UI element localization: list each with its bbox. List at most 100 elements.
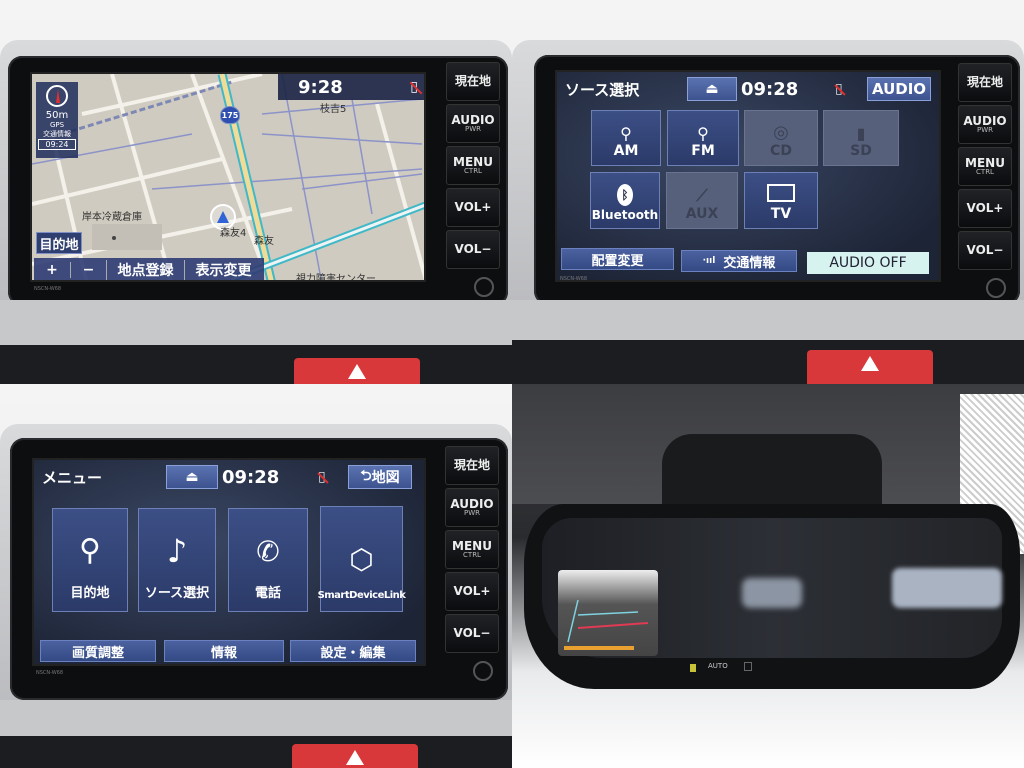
mirror-body: AUTO (524, 504, 1020, 689)
tile-label: CD (770, 143, 792, 159)
source-tv[interactable]: TV (744, 172, 818, 229)
hazard-icon (348, 364, 366, 379)
screen-title: メニュー (42, 468, 103, 487)
tile-label: TV (770, 206, 792, 222)
menu-button[interactable]: MENU CTRL (446, 146, 500, 185)
volume-down-button[interactable]: VOL− (446, 230, 500, 269)
audio-off-button[interactable]: AUDIO OFF (807, 252, 929, 274)
indicator-light (690, 664, 696, 672)
hazard-button[interactable] (294, 358, 420, 384)
source-aux[interactable]: ⟋ AUX (666, 172, 738, 229)
current-location-button[interactable]: 現在地 (958, 63, 1012, 102)
map-screen[interactable]: 175 50m GPS 交通情報 09:24 9:28 ▯ 枝吉5 岸本冷蔵倉庫… (30, 72, 426, 282)
map-label: 森友4 (220, 228, 247, 239)
traffic-info-button[interactable]: ·ııl 交通情報 (681, 250, 797, 272)
volume-down-button[interactable]: VOL− (958, 231, 1012, 270)
source-fm[interactable]: ⚲ FM (667, 110, 739, 166)
volume-up-button[interactable]: VOL+ (445, 572, 499, 611)
tile-label: Bluetooth (591, 208, 659, 222)
return-arrow-icon: ⮌ (360, 468, 372, 484)
clock: 09:28 (222, 466, 280, 488)
menu-button[interactable]: MENU CTRL (445, 530, 499, 569)
signal-icon: ·ııl (702, 256, 716, 266)
volume-down-button[interactable]: VOL− (445, 614, 499, 653)
audio-button[interactable]: AUDIO PWR (958, 105, 1012, 144)
destination-button[interactable]: 目的地 (36, 232, 82, 254)
button-sublabel: PWR (464, 125, 481, 134)
tv-icon (767, 184, 795, 202)
tile-label: AUX (685, 206, 719, 222)
volume-up-button[interactable]: VOL+ (958, 189, 1012, 228)
button-label: VOL+ (966, 201, 1004, 216)
navigation-map-photo: 175 50m GPS 交通情報 09:24 9:28 ▯ 枝吉5 岸本冷蔵倉庫… (0, 0, 512, 384)
hazard-button[interactable] (807, 350, 933, 384)
zoom-out-button[interactable]: − (70, 262, 106, 278)
phone-icon: ✆ (256, 535, 280, 568)
radio-tower-icon: ⚲ (620, 124, 632, 143)
auto-dimming-button[interactable] (744, 662, 752, 671)
button-label: 現在地 (453, 458, 490, 473)
bluetooth-icon: ᛒ (617, 184, 633, 206)
eject-button[interactable]: ⏏ (687, 77, 737, 101)
menu-phone[interactable]: ✆ 電話 (228, 508, 308, 612)
route-shield: 175 (220, 106, 240, 124)
music-note-icon: ♪ (166, 532, 188, 570)
auto-dimming-label: AUTO (708, 662, 728, 670)
button-sublabel: CTRL (976, 168, 994, 177)
rearview-mirror-photo: AUTO (512, 384, 1024, 768)
source-select-screen: ソース選択 ⏏ 09:28 ▯ AUDIO ⚲AM ⚲FM ◎CD ▮SD ᛒB… (555, 70, 941, 282)
menu-destination[interactable]: ⚲ 目的地 (52, 508, 128, 612)
camera-guidelines (567, 599, 649, 643)
audio-source-button[interactable]: AUDIO (867, 77, 931, 101)
zoom-in-button[interactable]: + (34, 262, 70, 278)
hazard-icon (346, 750, 364, 765)
audio-button[interactable]: AUDIO PWR (446, 104, 500, 143)
traffic-label: 交通情報 (43, 130, 71, 138)
button-sublabel: CTRL (464, 167, 482, 176)
audio-button[interactable]: AUDIO PWR (445, 488, 499, 527)
current-location-button[interactable]: 現在地 (446, 62, 500, 101)
info-button[interactable]: 情報 (164, 640, 284, 662)
compass-icon[interactable] (46, 85, 68, 107)
eject-button[interactable]: ⏏ (166, 465, 218, 489)
source-select-photo: ソース選択 ⏏ 09:28 ▯ AUDIO ⚲AM ⚲FM ◎CD ▮SD ᛒB… (512, 0, 1024, 384)
model-label: NSCN-W68 (560, 276, 588, 282)
settings-edit-button[interactable]: 設定・編集 (290, 640, 416, 662)
usb-jack (445, 656, 499, 686)
tile-label: 電話 (254, 586, 281, 601)
menu-source-select[interactable]: ♪ ソース選択 (138, 508, 216, 612)
button-sublabel: PWR (976, 126, 993, 135)
current-location-button[interactable]: 現在地 (445, 446, 499, 485)
menu-button[interactable]: MENU CTRL (958, 147, 1012, 186)
map-info-panel: 50m GPS 交通情報 09:24 (36, 82, 78, 158)
rearrange-button[interactable]: 配置変更 (561, 248, 674, 270)
map-label: 視力障害センター (296, 274, 376, 282)
hazard-button[interactable] (292, 744, 418, 768)
usb-jack (958, 273, 1012, 303)
picture-adjust-button[interactable]: 画質調整 (40, 640, 156, 662)
usb-jack (446, 272, 500, 302)
tile-label: FM (691, 143, 715, 159)
phone-disconnected-icon: ▯ (317, 469, 348, 485)
map-label: 枝吉5 (320, 104, 347, 115)
model-label: NSCN-W68 (34, 286, 62, 292)
map-pin-icon: ⚲ (79, 533, 101, 568)
map-label: 森友 (254, 236, 274, 247)
register-point-button[interactable]: 地点登録 (106, 260, 184, 280)
change-view-button[interactable]: 表示変更 (184, 260, 262, 280)
button-label: VOL− (966, 243, 1004, 258)
button-label: 現在地 (454, 74, 491, 89)
source-cd[interactable]: ◎ CD (744, 110, 818, 166)
menu-smartdevicelink[interactable]: ⬡ SmartDeviceLink (318, 506, 406, 612)
menu-screen: メニュー ⏏ 09:28 ▯ ⮌地図 ⚲ 目的地 ♪ ソース選択 ✆ 電話 ⬡ Smar… (32, 458, 426, 666)
map-scale: 50m (45, 110, 69, 121)
back-to-map-button[interactable]: ⮌ 地図 (348, 465, 412, 489)
source-sd[interactable]: ▮ SD (823, 110, 899, 166)
button-label: VOL+ (454, 200, 492, 215)
map-status-bar: 9:28 ▯ (278, 74, 424, 100)
volume-up-button[interactable]: VOL+ (446, 188, 500, 227)
radio-tower-icon: ⚲ (697, 124, 709, 143)
source-am[interactable]: ⚲ AM (591, 110, 661, 166)
source-bluetooth[interactable]: ᛒ Bluetooth (590, 172, 660, 229)
button-label: VOL+ (453, 584, 491, 599)
